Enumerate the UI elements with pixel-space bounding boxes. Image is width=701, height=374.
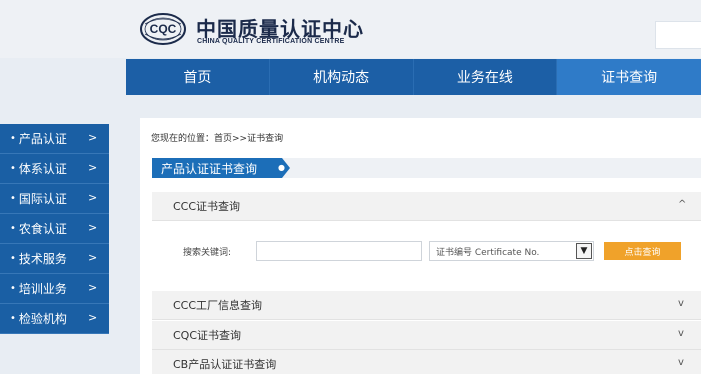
search-form: 搜索关键词: 证书编号 Certificate No. ▼ 点击查询 <box>152 221 701 291</box>
accordion-label: CB产品认证证书查询 <box>173 358 277 371</box>
chevron-right-icon: > <box>88 131 98 144</box>
sidebar-item-international-cert[interactable]: • 国际认证 > <box>0 184 109 214</box>
chevron-right-icon: > <box>88 191 98 204</box>
accordion-cb-certificate[interactable]: CB产品认证证书查询 v <box>152 350 701 374</box>
chevron-up-icon: ^ <box>678 199 687 210</box>
accordion-ccc-factory[interactable]: CCC工厂信息查询 v <box>152 291 701 320</box>
bullet-icon: • <box>10 313 16 324</box>
sidebar-item-training[interactable]: • 培训业务 > <box>0 274 109 304</box>
search-input[interactable] <box>256 241 422 261</box>
main-panel: 您现在的位置：首页>>证书查询 产品认证证书查询 ● CCC证书查询 ^ 搜索关… <box>140 118 701 374</box>
sidebar: • 产品认证 > • 体系认证 > • 国际认证 > • 农食认证 > • 技术… <box>0 124 109 334</box>
accordion-label: CCC证书查询 <box>173 200 241 213</box>
search-label: 搜索关键词: <box>183 248 232 258</box>
sidebar-item-tech-service[interactable]: • 技术服务 > <box>0 244 109 274</box>
breadcrumb: 您现在的位置：首页>>证书查询 <box>151 134 284 144</box>
sidebar-item-label: 技术服务 <box>18 252 67 266</box>
site-title-en: CHINA QUALITY CERTIFICATION CENTRE <box>197 38 345 45</box>
cqc-logo-icon[interactable]: CQC <box>139 12 187 46</box>
sidebar-item-label: 国际认证 <box>18 192 67 206</box>
bullet-icon: • <box>10 253 16 264</box>
sidebar-item-label: 检验机构 <box>18 312 67 326</box>
sidebar-item-label: 体系认证 <box>18 162 67 176</box>
chevron-right-icon: > <box>88 221 98 234</box>
chevron-down-icon: v <box>678 298 684 309</box>
nav-item-business[interactable]: 业务在线 <box>414 59 558 95</box>
search-button[interactable]: 点击查询 <box>604 242 681 260</box>
sidebar-item-product-cert[interactable]: • 产品认证 > <box>0 124 109 154</box>
accordion-ccc-certificate[interactable]: CCC证书查询 ^ <box>152 192 701 221</box>
chevron-right-icon: > <box>88 161 98 174</box>
nav-item-home[interactable]: 首页 <box>126 59 270 95</box>
header-search-input[interactable] <box>655 21 701 49</box>
chevron-right-icon: > <box>88 311 98 324</box>
accordion-label: CCC工厂信息查询 <box>173 299 263 312</box>
sidebar-item-label: 产品认证 <box>18 132 67 146</box>
sidebar-item-agri-food-cert[interactable]: • 农食认证 > <box>0 214 109 244</box>
sidebar-item-inspection[interactable]: • 检验机构 > <box>0 304 109 334</box>
nav-item-certificate-query[interactable]: 证书查询 <box>557 59 701 95</box>
section-title-text: 产品认证证书查询 <box>161 161 258 176</box>
bullet-icon: • <box>10 193 16 204</box>
accordion-label: CQC证书查询 <box>173 329 242 342</box>
chevron-down-icon: v <box>678 328 684 339</box>
sidebar-item-system-cert[interactable]: • 体系认证 > <box>0 154 109 184</box>
nav-item-news[interactable]: 机构动态 <box>270 59 414 95</box>
bullet-icon: • <box>10 223 16 234</box>
sidebar-item-label: 培训业务 <box>18 282 67 296</box>
bullet-icon: • <box>10 283 16 294</box>
chevron-right-icon: > <box>88 281 98 294</box>
bullet-icon: • <box>10 133 16 144</box>
logo-badge-text: CQC <box>150 22 177 36</box>
main-nav: 首页 机构动态 业务在线 证书查询 <box>126 59 701 95</box>
search-type-select[interactable]: 证书编号 Certificate No. ▼ <box>429 241 594 261</box>
chevron-right-icon: > <box>88 251 98 264</box>
chevron-down-icon[interactable]: ▼ <box>576 243 592 259</box>
chevron-down-icon: v <box>678 357 684 368</box>
sidebar-item-label: 农食认证 <box>18 222 67 236</box>
bullet-icon: • <box>10 163 16 174</box>
bullet-icon: ● <box>278 163 285 172</box>
site-header: CQC 中国质量认证中心 CHINA QUALITY CERTIFICATION… <box>0 0 701 58</box>
accordion-cqc-certificate[interactable]: CQC证书查询 v <box>152 321 701 350</box>
search-type-value: 证书编号 Certificate No. <box>436 247 540 258</box>
section-title: 产品认证证书查询 ● <box>152 158 290 178</box>
